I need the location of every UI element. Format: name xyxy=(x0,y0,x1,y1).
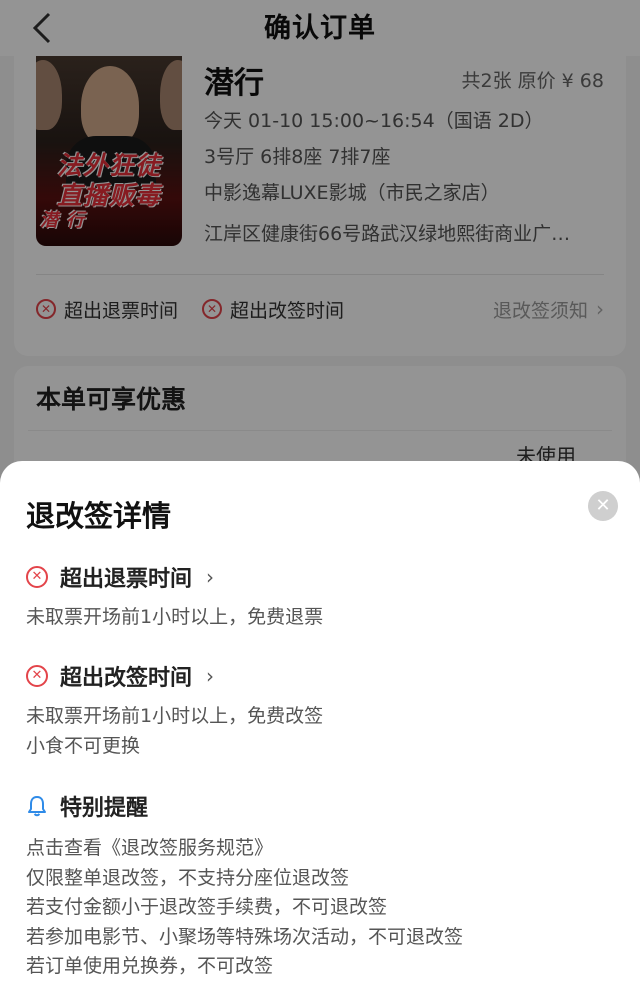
change-rule: 小食不可更换 xyxy=(26,734,141,757)
reminder-line: 若支付金额小于退改签手续费，不可退改签 xyxy=(26,896,388,918)
refund-change-sheet: 退改签详情 ✕ ✕ 超出退票时间 › 未取票开场前1小时以上，免费退票 ✕ 超出… xyxy=(0,461,640,996)
close-button[interactable]: ✕ xyxy=(588,491,618,521)
reminder-line: 若参加电影节、小聚场等特殊场次活动，不可退改签 xyxy=(26,925,464,948)
refund-rule: 未取票开场前1小时以上，免费退票 xyxy=(26,606,324,628)
service-rules-link[interactable]: 点击查看《退改签服务规范》 xyxy=(26,834,614,864)
change-section: ✕ 超出改签时间 › 未取票开场前1小时以上，免费改签 小食不可更换 xyxy=(26,658,614,761)
reminder-section-header: 特别提醒 xyxy=(26,788,614,824)
change-section-title: 超出改签时间 xyxy=(60,666,193,691)
refund-section-header[interactable]: ✕ 超出退票时间 › xyxy=(26,559,614,595)
change-section-header[interactable]: ✕ 超出改签时间 › xyxy=(26,658,614,694)
refund-section-title: 超出退票时间 xyxy=(60,567,193,592)
sheet-title: 退改签详情 xyxy=(26,499,172,533)
bell-icon xyxy=(26,795,48,817)
close-icon: ✕ xyxy=(595,495,611,516)
chevron-right-icon: › xyxy=(206,565,215,589)
close-circle-icon: ✕ xyxy=(26,665,48,687)
reminder-section-title: 特别提醒 xyxy=(60,796,149,821)
reminder-line: 仅限整单退改签，不支持分座位退改签 xyxy=(26,866,350,889)
reminder-line: 若订单使用兑换券，不可改签 xyxy=(26,955,274,977)
refund-section: ✕ 超出退票时间 › 未取票开场前1小时以上，免费退票 xyxy=(26,559,614,633)
change-rule: 未取票开场前1小时以上，免费改签 xyxy=(26,705,324,727)
chevron-right-icon: › xyxy=(206,664,215,688)
close-circle-icon: ✕ xyxy=(26,566,48,588)
reminder-section: 特别提醒 点击查看《退改签服务规范》 仅限整单退改签，不支持分座位退改签 若支付… xyxy=(26,788,614,982)
